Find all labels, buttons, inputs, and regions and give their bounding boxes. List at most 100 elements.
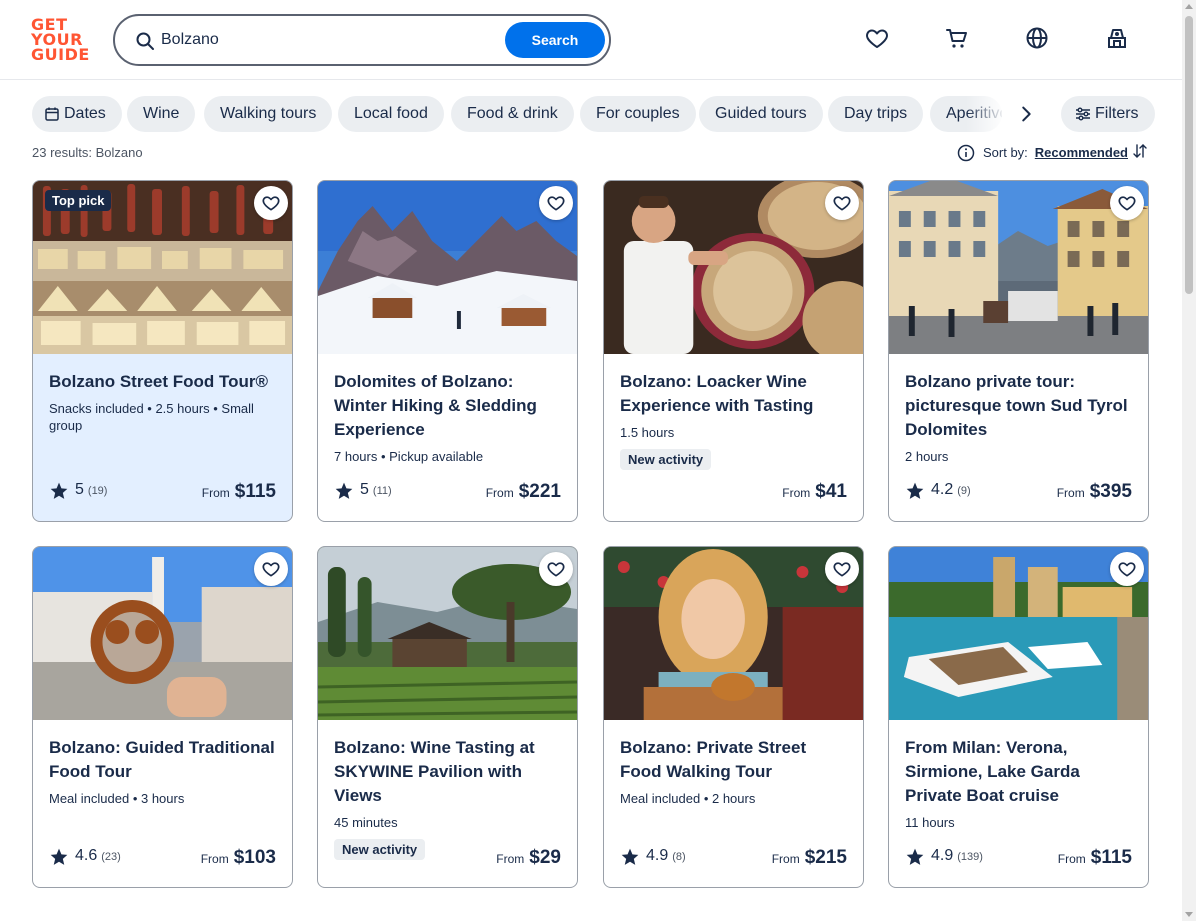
sort-arrows-icon[interactable]: [1132, 143, 1148, 162]
price: From $221: [485, 481, 561, 502]
star-icon: [335, 482, 353, 499]
top-pick-badge: Top pick: [45, 190, 112, 211]
wishlist-heart-icon[interactable]: [825, 552, 859, 586]
activity-image-snowy-mountains: [318, 181, 577, 354]
activity-image-pretzel-square: [33, 547, 292, 720]
filters-button[interactable]: Filters: [1061, 96, 1155, 132]
price-value: $221: [518, 481, 561, 502]
review-count: (11): [372, 485, 392, 497]
activity-title[interactable]: Bolzano: Loacker Wine Experience with Ta…: [620, 370, 850, 418]
chip-guided-tours[interactable]: Guided tours: [699, 96, 823, 132]
price-value: $395: [1089, 481, 1132, 502]
activity-image-town-square: [889, 181, 1148, 354]
review-count: (9): [957, 485, 971, 497]
activity-title[interactable]: Dolomites of Bolzano: Winter Hiking & Sl…: [334, 370, 564, 442]
activity-card[interactable]: Bolzano: Loacker Wine Experience with Ta…: [603, 180, 864, 522]
price: From $103: [200, 847, 276, 868]
getyourguide-logo[interactable]: GET YOUR GUIDE: [31, 17, 91, 65]
review-count: (23): [101, 851, 121, 863]
price: From $115: [201, 481, 276, 502]
activity-title[interactable]: Bolzano: Guided Traditional Food Tour: [49, 736, 279, 784]
price-value: $41: [815, 481, 847, 502]
activity-card[interactable]: Bolzano: Wine Tasting at SKYWINE Pavilio…: [317, 546, 578, 888]
sort-value[interactable]: Recommended: [1035, 145, 1128, 160]
price: From $41: [782, 481, 847, 502]
wishlist-heart-icon[interactable]: [1110, 552, 1144, 586]
rating: 5 (11): [334, 481, 392, 501]
activity-card[interactable]: Bolzano private tour: picturesque town S…: [888, 180, 1149, 522]
cart-icon[interactable]: [945, 26, 969, 50]
scroll-up-arrow-icon[interactable]: [1185, 4, 1193, 9]
star-icon: [906, 482, 924, 499]
page-scrollbar[interactable]: [1182, 0, 1196, 921]
activity-image-wine-barrels: [604, 181, 863, 354]
rating: 5 (19): [49, 481, 107, 501]
star-icon: [50, 482, 68, 499]
activity-title[interactable]: Bolzano Street Food Tour®: [49, 370, 279, 394]
results-count: 23 results: Bolzano: [32, 145, 143, 160]
rating-value: 4.2: [931, 481, 954, 498]
wishlist-heart-icon[interactable]: [539, 186, 573, 220]
wishlist-heart-icon[interactable]: [1110, 186, 1144, 220]
chip-local-food[interactable]: Local food: [338, 96, 444, 132]
wishlist-heart-icon[interactable]: [254, 186, 288, 220]
chip-dates[interactable]: Dates: [32, 96, 122, 132]
price: From $29: [496, 847, 561, 868]
star-icon: [50, 848, 68, 865]
chip-wine[interactable]: Wine: [127, 96, 196, 132]
wishlist-heart-icon[interactable]: [254, 552, 288, 586]
search-button[interactable]: Search: [505, 22, 605, 58]
review-count: (19): [87, 485, 108, 497]
heart-icon[interactable]: [865, 26, 889, 50]
activity-card[interactable]: Dolomites of Bolzano: Winter Hiking & Sl…: [317, 180, 578, 522]
activity-meta: Meal included • 3 hours: [49, 791, 185, 806]
chip-walking-tours[interactable]: Walking tours: [204, 96, 333, 132]
review-count: (139): [957, 851, 983, 863]
activity-title[interactable]: Bolzano: Wine Tasting at SKYWINE Pavilio…: [334, 736, 564, 808]
activity-title[interactable]: Bolzano: Private Street Food Walking Tou…: [620, 736, 850, 784]
account-icon[interactable]: [1105, 26, 1129, 50]
review-count: (8): [672, 851, 686, 863]
activity-title[interactable]: From Milan: Verona, Sirmione, Lake Garda…: [905, 736, 1135, 808]
search-bar: Search: [113, 14, 611, 66]
activity-meta: 11 hours: [905, 815, 955, 830]
scroll-thumb[interactable]: [1185, 16, 1193, 294]
price: From $215: [771, 847, 847, 868]
new-activity-badge: New activity: [620, 449, 712, 470]
rating-value: 4.9: [646, 847, 669, 864]
rating-value: 5: [75, 481, 84, 498]
rating-value: 4.9: [931, 847, 954, 864]
rating: 4.6 (23): [49, 847, 121, 867]
sort-control[interactable]: Sort by: Recommended: [957, 143, 1148, 162]
rating: 4.9 (139): [905, 847, 983, 867]
activity-meta: 1.5 hours: [620, 425, 675, 440]
search-input[interactable]: [161, 28, 501, 52]
activity-card[interactable]: From Milan: Verona, Sirmione, Lake Garda…: [888, 546, 1149, 888]
chip-day-trips[interactable]: Day trips: [828, 96, 924, 132]
price-value: $115: [234, 481, 276, 502]
price: From $395: [1056, 481, 1132, 502]
activity-title[interactable]: Bolzano private tour: picturesque town S…: [905, 370, 1135, 442]
calendar-icon: [44, 106, 60, 122]
rating-value: 4.6: [75, 847, 98, 864]
sort-by-label: Sort by:: [983, 145, 1028, 160]
info-icon[interactable]: [957, 144, 975, 162]
price: From $115: [1057, 847, 1132, 868]
activity-image-lake-boats: [889, 547, 1148, 720]
top-header: GET YOUR GUIDE Search: [0, 0, 1182, 80]
search-icon: [135, 31, 155, 51]
scroll-down-arrow-icon[interactable]: [1185, 912, 1193, 917]
activity-card[interactable]: Bolzano: Private Street Food Walking Tou…: [603, 546, 864, 888]
chevron-right-icon[interactable]: [1014, 102, 1038, 126]
globe-icon[interactable]: [1025, 26, 1049, 50]
chip-food-drink[interactable]: Food & drink: [451, 96, 574, 132]
price-value: $103: [233, 847, 276, 868]
activity-image-woman-pretzel: [604, 547, 863, 720]
price-value: $115: [1090, 847, 1132, 868]
wishlist-heart-icon[interactable]: [539, 552, 573, 586]
star-icon: [906, 848, 924, 865]
wishlist-heart-icon[interactable]: [825, 186, 859, 220]
activity-card[interactable]: Bolzano: Guided Traditional Food Tour Me…: [32, 546, 293, 888]
activity-card[interactable]: Top pick Bolzano Street Food Tour® Snack…: [32, 180, 293, 522]
chip-for-couples[interactable]: For couples: [580, 96, 696, 132]
